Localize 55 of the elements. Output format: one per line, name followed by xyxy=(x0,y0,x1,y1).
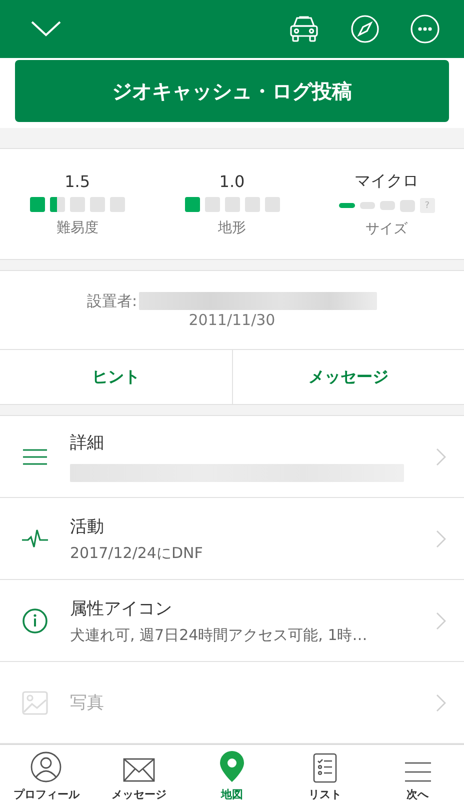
tab-item[interactable]: 地図 xyxy=(186,745,278,800)
section-title: 写真 xyxy=(70,692,105,714)
chevron-right-icon xyxy=(436,694,446,712)
rating-value: マイクロ xyxy=(354,170,419,192)
placed-date: 2011/11/30 xyxy=(188,310,276,328)
menu-icon xyxy=(22,448,48,466)
info-icon xyxy=(22,608,48,634)
tab-item[interactable]: メッセージ xyxy=(92,745,186,800)
log-button[interactable]: ジオキャッシュ・ログ投稿 xyxy=(15,60,449,122)
chevron-down-icon[interactable] xyxy=(30,20,62,38)
rating-square xyxy=(50,197,65,212)
rating-square xyxy=(110,197,125,212)
section-subtitle: 犬連れ可, 週7日24時間アクセス可能, 1時… xyxy=(70,626,368,644)
chevron-right-icon xyxy=(436,530,446,548)
pulse-icon xyxy=(21,528,49,550)
size-bar xyxy=(338,203,355,208)
rating-square xyxy=(244,197,260,212)
rating-square xyxy=(30,197,45,212)
envelope-icon xyxy=(123,757,156,783)
section-row[interactable]: 属性アイコン 犬連れ可, 週7日24時間アクセス可能, 1時… xyxy=(0,580,464,662)
rating-label: サイズ xyxy=(366,220,408,238)
size-bar xyxy=(380,201,395,210)
rating-square xyxy=(224,197,240,212)
rating-square xyxy=(90,197,105,212)
rating-square xyxy=(70,197,85,212)
chevron-right-icon xyxy=(436,448,446,466)
rating-square xyxy=(204,197,220,212)
size-bar xyxy=(360,202,375,209)
car-icon[interactable] xyxy=(288,15,320,43)
rating-value: 1.5 xyxy=(64,172,90,190)
menu-icon xyxy=(404,761,432,783)
image-icon xyxy=(22,690,48,714)
rating-value: 1.0 xyxy=(219,172,245,190)
compass-icon[interactable] xyxy=(350,14,380,44)
rating-label: 難易度 xyxy=(56,218,98,236)
unknown-size-mark: ? xyxy=(420,198,435,213)
size-bar xyxy=(400,200,415,212)
chevron-right-icon xyxy=(436,612,446,630)
section-title: 活動 xyxy=(70,516,105,538)
map-pin-icon xyxy=(218,751,245,783)
checklist-icon xyxy=(312,753,337,783)
section-row[interactable]: 活動 2017/12/24にDNF xyxy=(0,498,464,580)
rating-square xyxy=(184,197,200,212)
section-subtitle: 2017/12/24にDNF xyxy=(70,544,204,562)
person-icon xyxy=(30,751,62,783)
tab-item[interactable]: 次へ xyxy=(371,745,464,800)
section-title: 属性アイコン xyxy=(70,598,173,620)
more-icon[interactable] xyxy=(410,14,440,44)
section-row[interactable]: 詳細 xyxy=(0,416,464,498)
tab-item[interactable]: リスト xyxy=(278,745,372,800)
tab-item[interactable]: プロフィール xyxy=(0,745,93,800)
owner-label: 設置者: xyxy=(86,292,138,310)
rating-square xyxy=(264,197,280,212)
section-title: 詳細 xyxy=(70,432,105,454)
rating-label: 地形 xyxy=(218,218,246,236)
